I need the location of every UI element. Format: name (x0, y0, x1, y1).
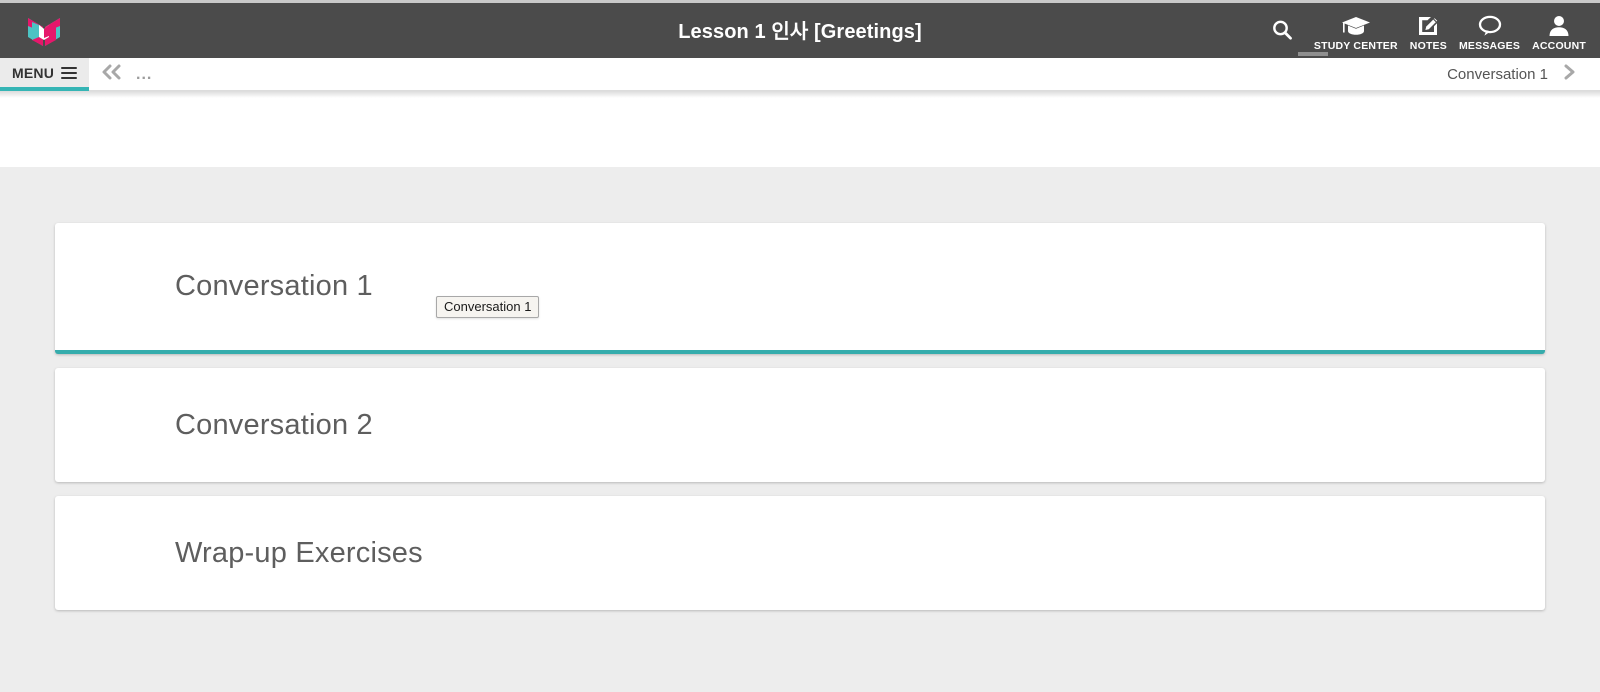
double-chevron-left-icon (100, 63, 124, 86)
lesson-card-list: Conversation 1 Conversation 1 Conversati… (55, 223, 1545, 624)
breadcrumb-ellipsis[interactable]: ... (136, 58, 152, 91)
breadcrumb: MENU ... Conversation 1 (0, 58, 1600, 91)
search-active-indicator (1298, 52, 1328, 56)
content-area: Conversation 1 Conversation 1 Conversati… (0, 167, 1600, 692)
app-header: Lesson 1 인사 [Greetings] STUDY CENTER NOT… (0, 0, 1600, 58)
person-icon (1547, 13, 1571, 39)
breadcrumb-next-section[interactable]: Conversation 1 (1447, 58, 1578, 91)
lesson-card-title: Conversation 1 (175, 270, 373, 302)
study-center-label: STUDY CENTER (1313, 40, 1398, 52)
notes-button[interactable]: NOTES (1404, 3, 1453, 61)
lesson-card-wrap-up-exercises[interactable]: Wrap-up Exercises (55, 496, 1545, 610)
pencil-note-icon (1416, 13, 1440, 39)
account-label: ACCOUNT (1532, 40, 1586, 52)
breadcrumb-current-label: Conversation 1 (1447, 66, 1548, 83)
lesson-card-conversation-1[interactable]: Conversation 1 Conversation 1 (55, 223, 1545, 354)
menu-button[interactable]: MENU (0, 58, 89, 91)
speech-bubble-icon (1477, 13, 1503, 39)
subheader-band (0, 91, 1600, 167)
breadcrumb-back-button[interactable] (100, 58, 124, 91)
notes-label: NOTES (1409, 40, 1447, 52)
hamburger-icon (61, 64, 78, 82)
account-button[interactable]: ACCOUNT (1526, 3, 1592, 61)
search-icon (1270, 17, 1294, 43)
lesson-card-conversation-2[interactable]: Conversation 2 (55, 368, 1545, 482)
messages-button[interactable]: MESSAGES (1453, 3, 1526, 61)
lesson-card-title: Conversation 2 (175, 408, 373, 441)
tooltip: Conversation 1 (436, 296, 540, 318)
menu-label: MENU (11, 64, 55, 81)
graduation-cap-icon (1341, 13, 1371, 39)
lesson-card-title: Wrap-up Exercises (175, 536, 423, 569)
messages-label: MESSAGES (1458, 40, 1521, 52)
band-shadow (0, 91, 1600, 98)
chevron-right-icon (1562, 63, 1578, 86)
